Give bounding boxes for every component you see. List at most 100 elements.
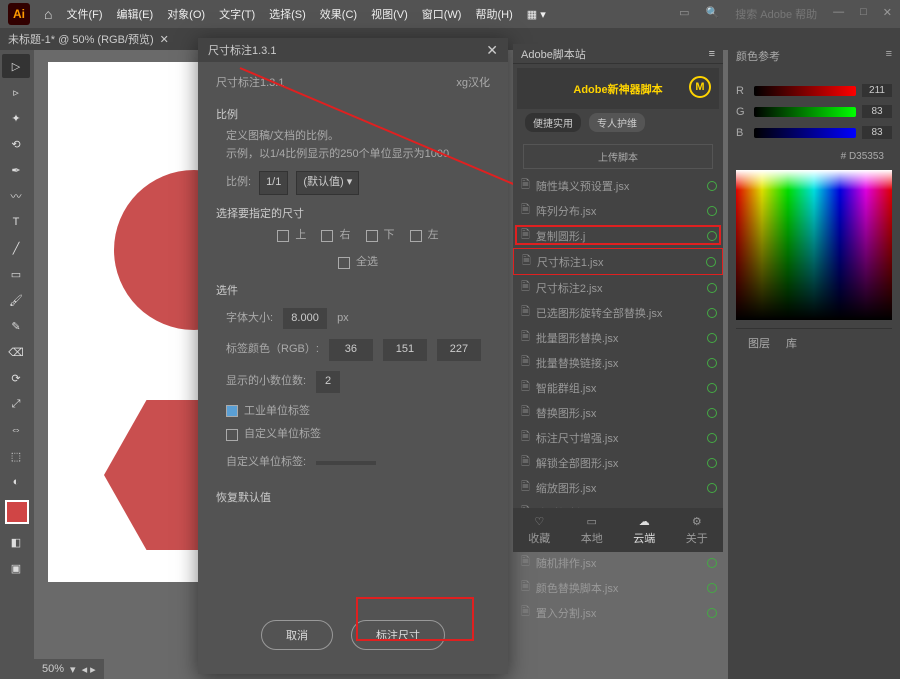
selection-tool[interactable]: ▷ (2, 54, 30, 78)
script-item[interactable]: 🗎尺寸标注2.jsx (513, 275, 723, 300)
color-mode-icon[interactable]: ◧ (2, 530, 30, 554)
foot-fav[interactable]: ♡收藏 (528, 515, 550, 546)
script-item[interactable]: 🗎随性填义预设置.jsx (513, 173, 723, 198)
cancel-button[interactable]: 取消 (261, 620, 333, 650)
ratio-select[interactable]: 1/1 (259, 171, 288, 195)
close-icon[interactable]: ✕ (883, 6, 892, 22)
menu-type[interactable]: 文字(T) (219, 6, 255, 22)
chk-industrial[interactable] (226, 405, 238, 417)
download-icon[interactable] (707, 308, 717, 318)
download-icon[interactable] (707, 483, 717, 493)
script-item[interactable]: 🗎解锁全部图形.jsx (513, 450, 723, 475)
script-item[interactable]: 🗎缩放图形.jsx (513, 475, 723, 500)
chk-right[interactable] (321, 230, 333, 242)
script-item[interactable]: 🗎替换图形.jsx (513, 400, 723, 425)
menu-window[interactable]: 窗口(W) (422, 6, 462, 22)
foot-cloud[interactable]: ☁云端 (633, 515, 655, 546)
fill-color-swatch[interactable] (5, 500, 29, 524)
menu-object[interactable]: 对象(O) (167, 6, 205, 22)
dialog-close-icon[interactable]: ✕ (486, 42, 498, 59)
rgb-r-input[interactable]: 36 (329, 339, 373, 361)
shape-builder-tool[interactable]: ◐ (2, 470, 30, 494)
lasso-tool[interactable]: ⟲ (2, 132, 30, 156)
search-icon[interactable]: 🔍 (706, 6, 720, 22)
slider-r[interactable] (754, 86, 856, 96)
tag-maintained[interactable]: 专人护维 (589, 113, 645, 132)
font-size-input[interactable]: 8.000 (283, 308, 327, 330)
chk-custom-unit[interactable] (226, 429, 238, 441)
menu-effect[interactable]: 效果(C) (320, 6, 357, 22)
download-icon[interactable] (707, 333, 717, 343)
free-transform-tool[interactable]: ⬚ (2, 444, 30, 468)
tab-layers[interactable]: 图层 (748, 335, 770, 351)
menu-select[interactable]: 选择(S) (269, 6, 306, 22)
rgb-g-input[interactable]: 151 (383, 339, 427, 361)
tag-convenient[interactable]: 便捷实用 (525, 113, 581, 132)
rect-tool[interactable]: ▭ (2, 262, 30, 286)
line-tool[interactable]: ╱ (2, 236, 30, 260)
slider-b[interactable] (754, 128, 856, 138)
menu-edit[interactable]: 编辑(E) (117, 6, 154, 22)
download-icon[interactable] (707, 408, 717, 418)
chk-up[interactable] (277, 230, 289, 242)
script-item[interactable]: 🗎智能群组.jsx (513, 375, 723, 400)
chk-all[interactable] (338, 257, 350, 269)
chk-down[interactable] (366, 230, 378, 242)
type-tool[interactable]: T (2, 210, 30, 234)
width-tool[interactable]: ⇔ (2, 418, 30, 442)
menu-view[interactable]: 视图(V) (371, 6, 408, 22)
rgb-b-input[interactable]: 227 (437, 339, 481, 361)
ratio-default-select[interactable]: (默认值) ▾ (296, 171, 359, 195)
download-icon[interactable] (707, 583, 717, 593)
chk-left[interactable] (410, 230, 422, 242)
script-item[interactable]: 🗎尺寸标注1.jsx (513, 248, 723, 275)
script-item[interactable]: 🗎标注尺寸增强.jsx (513, 425, 723, 450)
pencil-tool[interactable]: ✎ (2, 314, 30, 338)
download-icon[interactable] (707, 206, 717, 216)
curve-tool[interactable]: 〰 (2, 184, 30, 208)
rotate-tool[interactable]: ⟳ (2, 366, 30, 390)
scale-tool[interactable]: ⤢ (2, 392, 30, 416)
script-item[interactable]: 🗎置入分割.jsx (513, 600, 723, 625)
wand-tool[interactable]: ✦ (2, 106, 30, 130)
custom-unit-input[interactable] (316, 461, 376, 465)
download-icon[interactable] (707, 558, 717, 568)
zoom-control[interactable]: 50%▾◂ ▸ (34, 659, 104, 679)
script-item[interactable]: 🗎颜色替换脚本.jsx (513, 575, 723, 600)
color-spectrum[interactable] (736, 170, 892, 320)
minimize-icon[interactable]: — (833, 6, 844, 22)
workspace-icon[interactable]: ▭ (679, 6, 689, 22)
screen-mode-icon[interactable]: ▣ (2, 556, 30, 580)
maximize-icon[interactable]: □ (860, 6, 867, 22)
foot-local[interactable]: ▭本地 (581, 515, 603, 546)
panel-menu-icon[interactable]: ≡ (886, 48, 892, 64)
slider-g[interactable] (754, 107, 856, 117)
panel-menu-icon[interactable]: ≡ (709, 48, 715, 60)
menu-help[interactable]: 帮助(H) (475, 6, 512, 22)
download-icon[interactable] (707, 458, 717, 468)
document-icon: 🗎 (521, 603, 530, 622)
decimal-input[interactable]: 2 (316, 371, 340, 393)
eraser-tool[interactable]: ⌫ (2, 340, 30, 364)
download-icon[interactable] (707, 283, 717, 293)
script-item[interactable]: 🗎阵列分布.jsx (513, 198, 723, 223)
script-item[interactable]: 🗎已选图形旋转全部替换.jsx (513, 300, 723, 325)
download-icon[interactable] (707, 433, 717, 443)
ratio-desc-2: 示例，以1/4比例显示的250个单位显示为1000 (226, 146, 490, 164)
home-icon[interactable]: ⌂ (44, 6, 52, 22)
download-icon[interactable] (707, 181, 717, 191)
download-icon[interactable] (707, 608, 717, 618)
upload-script-button[interactable]: 上传脚本 (523, 144, 713, 169)
brush-tool[interactable]: 🖌 (2, 288, 30, 312)
direct-select-tool[interactable]: ▹ (2, 80, 30, 104)
download-icon[interactable] (707, 383, 717, 393)
download-icon[interactable] (707, 358, 717, 368)
script-item[interactable]: 🗎随机排作.jsx (513, 550, 723, 575)
pen-tool[interactable]: ✒ (2, 158, 30, 182)
tab-library[interactable]: 库 (786, 335, 797, 351)
download-icon[interactable] (706, 257, 716, 267)
script-item[interactable]: 🗎批量图形替换.jsx (513, 325, 723, 350)
foot-about[interactable]: ⚙关于 (686, 515, 708, 546)
script-item[interactable]: 🗎批量替换链接.jsx (513, 350, 723, 375)
menu-file[interactable]: 文件(F) (66, 6, 102, 22)
